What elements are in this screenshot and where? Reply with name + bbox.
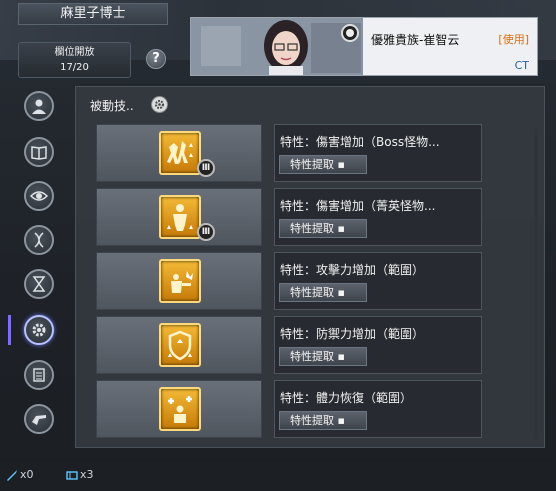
gear-icon (32, 323, 46, 337)
revolver-icon (32, 415, 46, 425)
trait-box: 特性：防禦力增加（範圍） 特性提取 ▪ (274, 316, 482, 374)
sidebar-profile-button[interactable] (24, 91, 54, 121)
skill-slot[interactable]: Ⅲ (96, 124, 262, 182)
character-tag: CT (514, 59, 529, 72)
defense-up-icon (159, 323, 201, 367)
help-button[interactable]: ? (146, 49, 166, 69)
slot-open-label: 欄位開放 (54, 47, 95, 58)
tier-badge: Ⅲ (197, 159, 215, 177)
item-count-1: x0 (20, 468, 34, 481)
trait-text: 特性：攻擊力增加（範圍） (280, 263, 425, 277)
passive-skill-panel: 被動技.. Ⅲ 特性：傷害增加（Boss怪物... 特性提取 ▪ Ⅲ 特性：傷害… (75, 86, 545, 448)
scrollbar[interactable] (534, 129, 538, 439)
person-icon (32, 99, 46, 114)
skill-row: Ⅲ 特性：傷害增加（菁英怪物... 特性提取 ▪ (96, 188, 482, 246)
trait-text: 特性：傷害增加（菁英怪物... (280, 199, 436, 213)
trait-box: 特性：體力恢復（範圍） 特性提取 ▪ (274, 380, 482, 438)
skill-slot[interactable]: Ⅲ (96, 188, 262, 246)
panel-title: 被動技.. (90, 99, 134, 113)
trait-box: 特性：攻擊力增加（範圍） 特性提取 ▪ (274, 252, 482, 310)
boss-damage-icon (159, 131, 201, 175)
item-counter-1: x0 (6, 468, 34, 481)
tier-badge: Ⅲ (197, 223, 215, 241)
extract-trait-button[interactable]: 特性提取 ▪ (279, 155, 367, 174)
hp-recovery-icon (159, 387, 201, 431)
slot-open-count: 17/20 (60, 62, 89, 73)
ticket-icon (66, 470, 78, 480)
skill-slot[interactable] (96, 316, 262, 374)
record-icon (341, 24, 359, 42)
character-name-header: 麻里子博士 (18, 3, 168, 25)
sidebar (8, 86, 60, 446)
extract-trait-button[interactable]: 特性提取 ▪ (279, 411, 367, 430)
extract-trait-button[interactable]: 特性提取 ▪ (279, 283, 367, 302)
elite-damage-icon (159, 195, 201, 239)
sidebar-list-button[interactable] (24, 360, 54, 390)
character-portrait (191, 18, 363, 75)
use-status[interactable]: [使用] (498, 31, 529, 47)
sidebar-passive-skill-button[interactable] (24, 315, 54, 345)
book-icon (31, 146, 47, 160)
item-count-2: x3 (80, 468, 94, 481)
trait-text: 特性：傷害增加（Boss怪物... (280, 135, 440, 149)
character-card[interactable]: 優雅貴族-崔智云 [使用] CT (190, 17, 538, 76)
dna-icon (34, 232, 44, 248)
skill-row: 特性：攻擊力增加（範圍） 特性提取 ▪ (96, 252, 482, 310)
sidebar-view-button[interactable] (24, 181, 54, 211)
eye-icon (30, 191, 48, 201)
extract-trait-button[interactable]: 特性提取 ▪ (279, 347, 367, 366)
trait-box: 特性：傷害增加（Boss怪物... 特性提取 ▪ (274, 124, 482, 182)
sidebar-codex-button[interactable] (24, 137, 54, 167)
active-indicator (8, 315, 11, 345)
hourglass-icon (32, 276, 46, 292)
sidebar-time-button[interactable] (24, 269, 54, 299)
wrench-icon (7, 469, 17, 481)
sidebar-gene-button[interactable] (24, 225, 54, 255)
extract-trait-button[interactable]: 特性提取 ▪ (279, 219, 367, 238)
skill-slot[interactable] (96, 380, 262, 438)
skill-row: Ⅲ 特性：傷害增加（Boss怪物... 特性提取 ▪ (96, 124, 482, 182)
attack-up-icon (159, 259, 201, 303)
slot-open-box: 欄位開放 17/20 (18, 42, 131, 78)
character-costume-name: 優雅貴族-崔智云 (371, 33, 460, 47)
gear-icon[interactable] (151, 96, 168, 113)
bottom-bar: x0 x3 (0, 462, 556, 491)
item-counter-2: x3 (66, 468, 94, 481)
skill-slot[interactable] (96, 252, 262, 310)
trait-text: 特性：體力恢復（範圍） (280, 391, 413, 405)
trait-box: 特性：傷害增加（菁英怪物... 特性提取 ▪ (274, 188, 482, 246)
skill-row: 特性：體力恢復（範圍） 特性提取 ▪ (96, 380, 482, 438)
skill-row: 特性：防禦力增加（範圍） 特性提取 ▪ (96, 316, 482, 374)
list-icon (33, 368, 45, 382)
trait-text: 特性：防禦力增加（範圍） (280, 327, 425, 341)
sidebar-weapon-button[interactable] (24, 404, 54, 434)
